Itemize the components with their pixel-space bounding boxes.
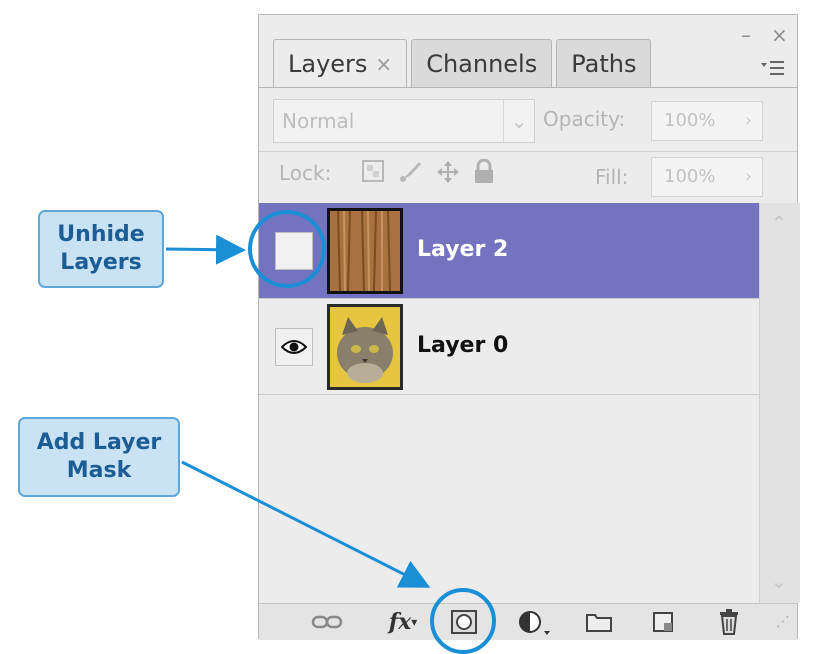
annotation-circle-mask-button <box>430 588 496 654</box>
annotation-arrow-unhide <box>165 234 246 265</box>
annotation-arrow-mask <box>181 460 431 588</box>
annotation-overlay <box>165 210 496 654</box>
annotation-circle-visibility <box>248 210 326 288</box>
